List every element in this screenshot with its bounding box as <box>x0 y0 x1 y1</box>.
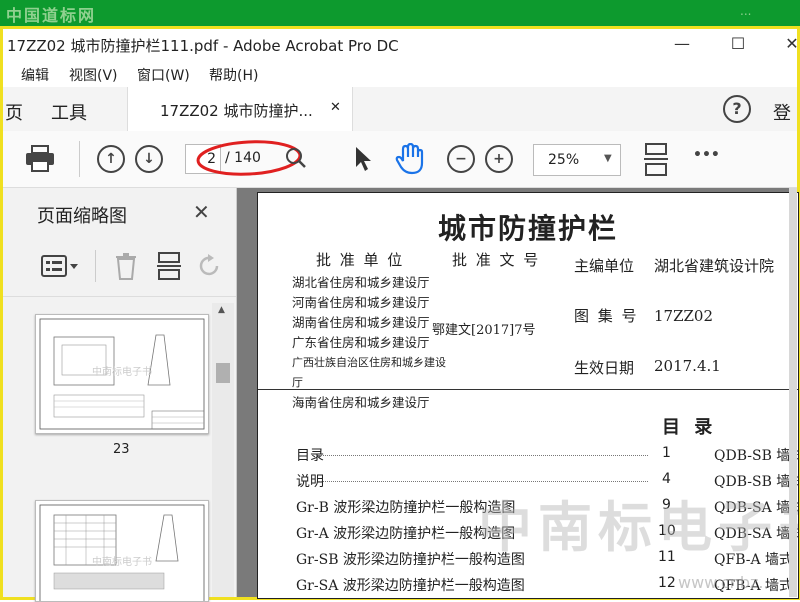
rotate-icon[interactable] <box>197 254 223 278</box>
document-watermark: 中南标电子书 <box>478 496 798 559</box>
editor-label: 主编单位 <box>574 257 635 275</box>
doc-title: 城市防撞护栏 <box>438 212 619 245</box>
document-scrollbar[interactable] <box>789 188 797 597</box>
more-tools-icon[interactable]: ••• <box>693 147 720 163</box>
approval-unit: 湖北省住房和城乡建设厅 <box>292 275 430 290</box>
date-label: 生效日期 <box>574 359 635 377</box>
toc-right-entry: QDB-SB 墙式 <box>714 448 799 464</box>
menu-view[interactable]: 视图(V) <box>69 65 118 85</box>
site-watermark: 中国道标网 <box>6 6 97 25</box>
date-value: 2017.4.1 <box>654 357 721 375</box>
zoom-select[interactable]: 25% ▼ <box>533 144 621 176</box>
approval-doc-number: 鄂建文[2017]7号 <box>432 323 536 338</box>
menu-edit[interactable]: 编辑 <box>21 65 49 85</box>
approval-unit-header: 批 准 单 位 <box>316 251 405 269</box>
thumbnail-watermark: 中南标电子书 <box>92 367 152 378</box>
thumbnail-options-icon[interactable] <box>41 254 81 278</box>
zoom-in-icon[interactable]: + <box>485 145 513 173</box>
toolbar-divider <box>79 141 80 177</box>
tab-home[interactable]: 页 <box>5 99 23 125</box>
panel-scrollbar[interactable]: ▲ <box>212 303 234 597</box>
approval-unit: 海南省住房和城乡建设厅 <box>292 395 430 410</box>
thumbnails-panel: 页面缩略图 ✕ 中南标电子书 23 中南标电子书 ▲ <box>3 188 237 602</box>
toc-page: 12 <box>658 575 676 591</box>
panel-divider <box>95 250 96 282</box>
panel-separator <box>3 296 236 297</box>
print-icon[interactable] <box>25 145 55 173</box>
approval-unit: 广西壮族自治区住房和城乡建设厅 <box>292 356 446 389</box>
watermark-bar: 中国道标网 ... <box>0 0 800 26</box>
panel-close-icon[interactable]: ✕ <box>193 200 210 224</box>
next-page-icon[interactable]: ↓ <box>135 145 163 173</box>
select-tool-icon[interactable] <box>353 145 373 173</box>
insert-page-icon[interactable] <box>157 252 181 280</box>
toc-row: Gr-SA 波形梁边防撞护栏一般构造图 <box>296 575 525 595</box>
sign-in-label[interactable]: 登 <box>773 99 791 125</box>
zoom-value: 25% <box>548 152 580 168</box>
help-icon[interactable]: ? <box>723 95 751 123</box>
approval-unit: 河南省住房和城乡建设厅 <box>292 295 430 310</box>
trash-icon[interactable] <box>115 252 137 280</box>
toc-leader <box>318 481 648 482</box>
corner-watermark: ... <box>740 4 752 18</box>
approval-unit-list: 湖北省住房和城乡建设厅 河南省住房和城乡建设厅 湖南省住房和城乡建设厅 广东省住… <box>292 273 452 413</box>
panel-title: 页面缩略图 <box>37 206 127 227</box>
atlas-label: 图 集 号 <box>574 307 639 325</box>
approval-unit: 湖南省住房和城乡建设厅 <box>292 315 430 330</box>
menu-bar: 编辑 视图(V) 窗口(W) 帮助(H) <box>3 59 797 87</box>
title-bar: 17ZZ02 城市防撞护栏111.pdf - Adobe Acrobat Pro… <box>3 29 800 59</box>
toc-name: 说明 <box>296 474 324 490</box>
menu-window[interactable]: 窗口(W) <box>137 65 190 85</box>
toc-name: Gr-SA 波形梁边防撞护栏一般构造图 <box>296 578 525 594</box>
approval-doc-header: 批 准 文 号 <box>452 251 541 269</box>
thumbnail-page-label: 23 <box>113 442 130 457</box>
tab-close-icon[interactable]: ✕ <box>330 100 341 115</box>
header-divider <box>258 389 798 390</box>
page-thumbnail[interactable]: 中南标电子书 <box>35 314 209 434</box>
window-title: 17ZZ02 城市防撞护栏111.pdf - Adobe Acrobat Pro… <box>7 37 399 55</box>
page-thumbnail[interactable]: 中南标电子书 <box>35 500 209 602</box>
toc-name: 目录 <box>296 448 324 464</box>
zoom-out-icon[interactable]: − <box>447 145 475 173</box>
toc-page: 1 <box>662 445 671 461</box>
watermark-url: www.cnbz... <box>678 573 774 592</box>
editor-value: 湖北省建筑设计院 <box>654 257 775 275</box>
tab-document[interactable]: 17ZZ02 城市防撞护... ✕ <box>127 87 353 131</box>
hand-tool-icon[interactable] <box>395 143 425 175</box>
document-view[interactable]: 城市防撞护栏 批 准 单 位 批 准 文 号 湖北省住房和城乡建设厅 河南省住房… <box>237 188 799 599</box>
scrollbar-thumb[interactable] <box>216 363 230 383</box>
chevron-down-icon: ▼ <box>604 153 612 164</box>
search-icon[interactable] <box>285 147 307 169</box>
minimize-button[interactable]: — <box>659 29 705 59</box>
tab-bar: 页 工具 17ZZ02 城市防撞护... ✕ ? 登 <box>3 87 797 132</box>
maximize-button[interactable]: ☐ <box>715 29 761 59</box>
close-window-button[interactable]: ✕ <box>769 29 800 59</box>
approval-unit: 广东省住房和城乡建设厅 <box>292 335 430 350</box>
tab-tools[interactable]: 工具 <box>51 99 87 125</box>
scroll-up-icon[interactable]: ▲ <box>218 305 225 315</box>
thumbnail-drawing <box>39 504 205 601</box>
prev-page-icon[interactable]: ↑ <box>97 145 125 173</box>
menu-help[interactable]: 帮助(H) <box>209 65 258 85</box>
toc-title: 目 录 <box>662 417 717 438</box>
scroll-mode-icon[interactable] <box>643 143 669 177</box>
thumbnail-watermark: 中南标电子书 <box>92 557 152 568</box>
toc-leader <box>318 455 648 456</box>
pdf-page: 城市防撞护栏 批 准 单 位 批 准 文 号 湖北省住房和城乡建设厅 河南省住房… <box>257 192 799 599</box>
tab-document-label: 17ZZ02 城市防撞护... <box>160 102 313 120</box>
atlas-value: 17ZZ02 <box>654 307 714 325</box>
toolbar: ↑ ↓ 2 / 140 − + 25% ▼ ••• <box>3 131 797 188</box>
